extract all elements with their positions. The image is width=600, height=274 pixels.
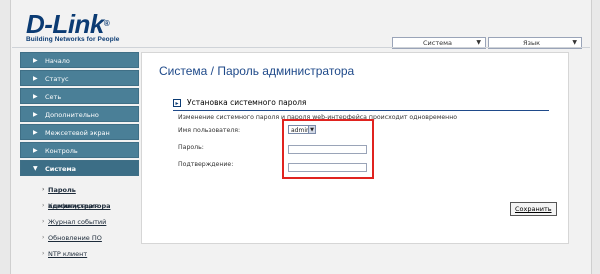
sidebar-item-control[interactable]: ▶ Контроль bbox=[20, 142, 139, 158]
section-expand-icon[interactable]: ▸ bbox=[173, 99, 181, 107]
arrow-right-icon: ▶ bbox=[33, 111, 38, 118]
page-title: Система / Пароль администратора bbox=[159, 64, 355, 78]
sidebar-item-home[interactable]: ▶ Начало bbox=[20, 52, 139, 68]
arrow-right-icon: ▶ bbox=[33, 129, 38, 136]
submenu-ntp-client[interactable]: › NTP клиент bbox=[20, 246, 139, 262]
highlight-annotation bbox=[282, 119, 374, 179]
header-divider bbox=[12, 47, 590, 48]
chevron-down-icon: ▼ bbox=[476, 39, 481, 46]
section-title: Установка системного пароля bbox=[187, 98, 307, 107]
system-submenu: › Пароль администратора › Конфигурация ›… bbox=[20, 182, 139, 262]
sidebar-item-status[interactable]: ▶ Статус bbox=[20, 70, 139, 86]
bullet-icon: › bbox=[42, 186, 45, 193]
sidebar-item-label: Начало bbox=[45, 57, 70, 65]
bottom-strip bbox=[141, 245, 569, 274]
submenu-label: Обновление ПО bbox=[48, 234, 102, 242]
sidebar-item-system[interactable]: ▼ Система bbox=[20, 160, 139, 176]
sidebar-item-label: Сеть bbox=[45, 93, 62, 101]
arrow-right-icon: ▶ bbox=[33, 147, 38, 154]
bullet-icon: › bbox=[42, 202, 45, 209]
confirm-label: Подтверждение: bbox=[178, 161, 234, 168]
logo-tm: ® bbox=[103, 19, 110, 28]
submenu-label: NTP клиент bbox=[48, 250, 88, 258]
submenu-label: Журнал событий bbox=[48, 218, 107, 226]
submenu-event-log[interactable]: › Журнал событий bbox=[20, 214, 139, 230]
sidebar-item-network[interactable]: ▶ Сеть bbox=[20, 88, 139, 104]
sidebar: ▶ Начало ▶ Статус ▶ Сеть ▶ Дополнительно… bbox=[20, 52, 139, 262]
bullet-icon: › bbox=[42, 250, 45, 257]
submenu-label: Конфигурация bbox=[48, 202, 99, 210]
submenu-configuration[interactable]: › Конфигурация bbox=[20, 198, 139, 214]
arrow-right-icon: ▶ bbox=[33, 93, 38, 100]
bullet-icon: › bbox=[42, 218, 45, 225]
logo-tagline: Building Networks for People bbox=[26, 36, 120, 43]
dlink-logo: D-Link® Building Networks for People bbox=[26, 9, 120, 43]
sidebar-item-label: Контроль bbox=[45, 147, 78, 155]
username-label: Имя пользователя: bbox=[178, 127, 241, 134]
sidebar-item-label: Дополнительно bbox=[45, 111, 99, 119]
bullet-icon: › bbox=[42, 234, 45, 241]
language-label: Язык bbox=[523, 39, 541, 47]
main-panel: Система / Пароль администратора ▸ Устано… bbox=[141, 52, 569, 244]
sidebar-item-firewall[interactable]: ▶ Межсетевой экран bbox=[20, 124, 139, 140]
arrow-right-icon: ▶ bbox=[33, 75, 38, 82]
submenu-admin-password[interactable]: › Пароль администратора bbox=[20, 182, 139, 210]
section-header: ▸ Установка системного пароля bbox=[173, 98, 549, 111]
system-menu-label: Система bbox=[423, 39, 453, 47]
submenu-firmware-update[interactable]: › Обновление ПО bbox=[20, 230, 139, 246]
save-button[interactable]: Сохранить bbox=[510, 202, 557, 216]
sidebar-item-label: Статус bbox=[45, 75, 69, 83]
logo-text: D-Link bbox=[26, 9, 104, 39]
arrow-right-icon: ▶ bbox=[33, 57, 38, 64]
sidebar-item-label: Межсетевой экран bbox=[45, 129, 110, 137]
sidebar-item-advanced[interactable]: ▶ Дополнительно bbox=[20, 106, 139, 122]
arrow-down-icon: ▼ bbox=[33, 165, 38, 172]
sidebar-item-label: Система bbox=[45, 165, 77, 173]
chevron-down-icon: ▼ bbox=[572, 39, 577, 46]
password-label: Пароль: bbox=[178, 144, 204, 151]
